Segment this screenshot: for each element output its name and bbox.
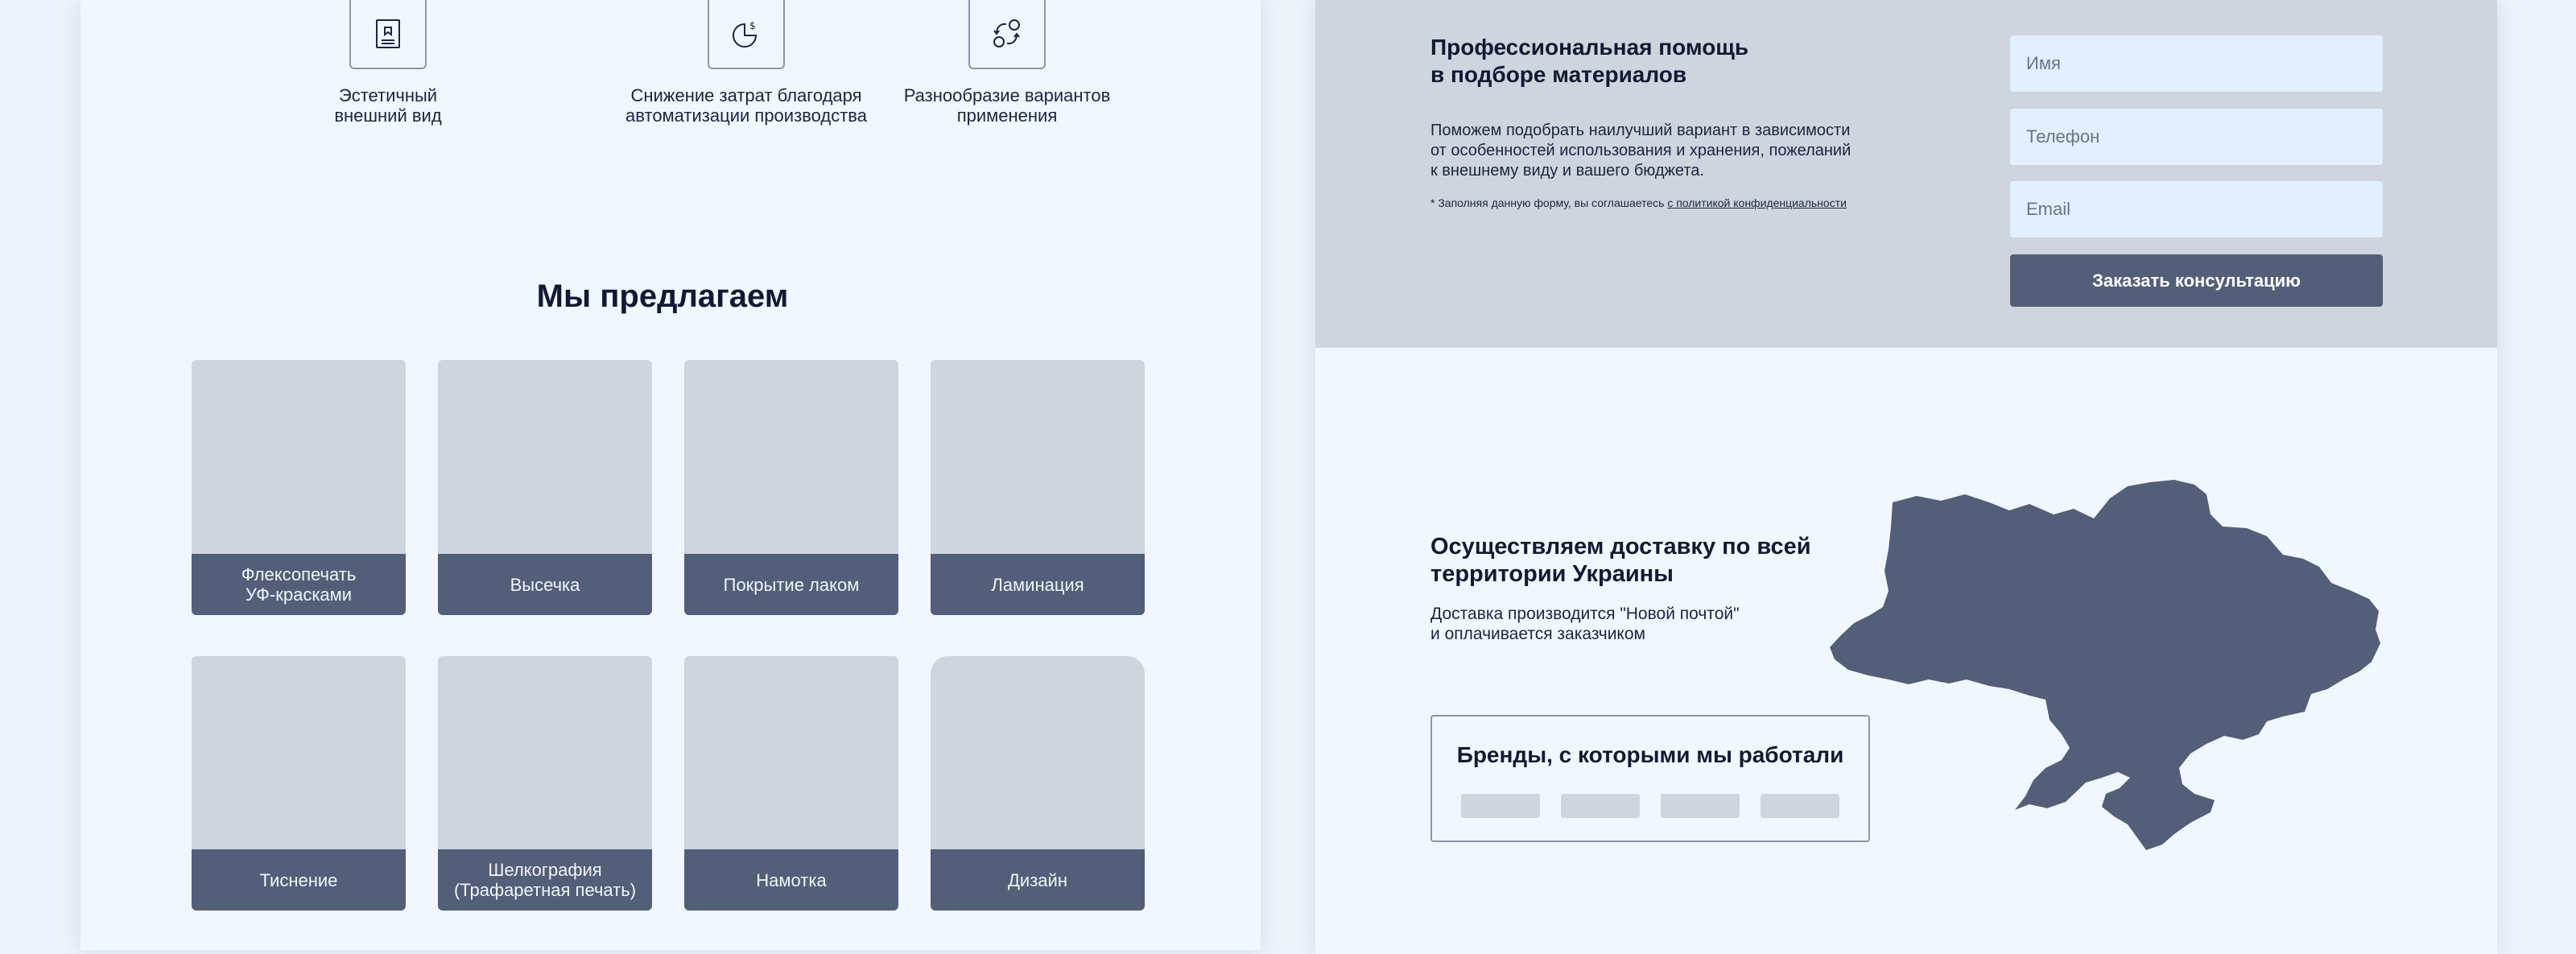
privacy-policy-link[interactable]: с политикой конфиденциальности (1667, 196, 1847, 209)
feature-variety: Разнообразие вариантов применения (823, 0, 1191, 126)
cost-chart-icon: $ (708, 0, 785, 69)
offer-card-winding[interactable]: Намотка (684, 656, 898, 911)
privacy-note: * Заполняя данную форму, вы соглашаетесь… (1430, 196, 1930, 209)
offer-card-label: Ламинация (931, 554, 1145, 615)
offer-card-die-cutting[interactable]: Высечка (438, 360, 652, 615)
certificate-icon (349, 0, 427, 69)
offer-card-label: Намотка (684, 849, 898, 911)
offer-card-label: Тиснение (192, 849, 406, 911)
offer-card-screen-printing[interactable]: Шелкография (Трафаретная печать) (438, 656, 652, 911)
name-field[interactable] (2010, 35, 2383, 92)
offer-card-flexo[interactable]: Флексопечать УФ-красками (192, 360, 406, 615)
feature-aesthetic: Эстетичный внешний вид (308, 0, 469, 126)
offer-card-label: Флексопечать УФ-красками (192, 554, 406, 615)
consultation-section: Профессиональная помощь в подборе матери… (1315, 0, 2497, 348)
offer-card-lamination[interactable]: Ламинация (931, 360, 1145, 615)
right-panel: Профессиональная помощь в подборе матери… (1315, 0, 2497, 954)
offer-card-varnish[interactable]: Покрытие лаком (684, 360, 898, 615)
consultation-description: Поможем подобрать наилучший вариант в за… (1430, 122, 1852, 180)
ukraine-map-icon (1828, 478, 2384, 857)
brands-title: Бренды, с которыми мы работали (1456, 742, 1844, 767)
consultation-title: Профессиональная помощь в подборе матери… (1430, 35, 1749, 87)
feature-label: Разнообразие вариантов применения (903, 85, 1111, 126)
offer-card-label: Дизайн (931, 849, 1145, 911)
brand-logo-placeholder (1661, 794, 1740, 818)
svg-text:$: $ (749, 20, 756, 31)
offer-card-embossing[interactable]: Тиснение (192, 656, 406, 911)
brands-box: Бренды, с которыми мы работали (1430, 715, 1870, 842)
delivery-description: Доставка производится "Новой почтой" и о… (1430, 605, 1740, 643)
variants-icon (968, 0, 1046, 69)
offers-title: Мы предлагаем (536, 279, 789, 314)
left-panel: Эстетичный внешний вид $ Снижение затрат… (80, 0, 1261, 950)
privacy-note-text: * Заполняя данную форму, вы соглашаетесь (1430, 196, 1668, 209)
delivery-title: Осуществляем доставку по всей территории… (1430, 534, 1811, 587)
offer-card-label: Покрытие лаком (684, 554, 898, 615)
brand-logo-placeholder (1461, 794, 1540, 818)
phone-field[interactable] (2010, 109, 2383, 165)
offer-card-label: Высечка (438, 554, 652, 615)
brand-logo-placeholder (1561, 794, 1640, 818)
feature-label: Эстетичный внешний вид (334, 85, 442, 126)
offer-card-design[interactable]: Дизайн (931, 656, 1145, 911)
email-field[interactable] (2010, 181, 2383, 237)
offer-card-label: Шелкография (Трафаретная печать) (438, 849, 652, 911)
order-consultation-button[interactable]: Заказать консультацию (2010, 254, 2383, 307)
